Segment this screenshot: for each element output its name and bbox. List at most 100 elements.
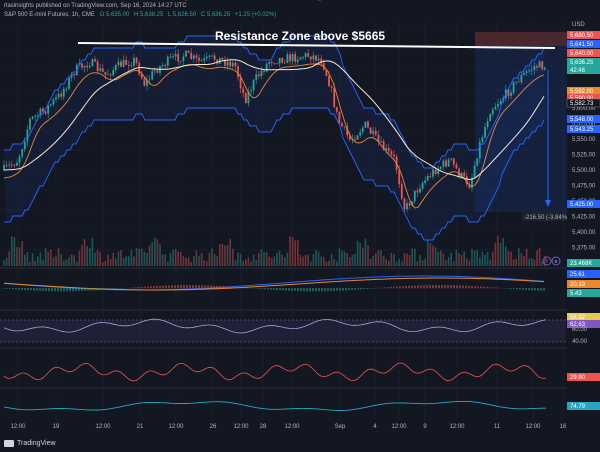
candle-body xyxy=(49,104,52,106)
volume-bar xyxy=(408,254,411,266)
tradingview-logo[interactable]: TradingView xyxy=(4,440,56,447)
candle-body xyxy=(127,64,130,66)
candle-body xyxy=(359,132,362,136)
candle-body xyxy=(229,61,232,67)
macd-histogram-bar xyxy=(402,286,404,289)
macd-histogram-bar xyxy=(513,288,515,290)
volume-bar xyxy=(512,259,515,266)
red-oscillator-line xyxy=(3,362,547,382)
candle-body xyxy=(533,66,536,70)
time-axis[interactable]: 12:00 19 12:00 21 12:00 26 12:00 28 12:00 Sep 4 12:… xyxy=(10,424,567,430)
macd-histogram-bar xyxy=(276,288,278,291)
macd-histogram-bar xyxy=(102,288,104,290)
macd-histogram-bar xyxy=(171,285,173,289)
volume-bar xyxy=(536,250,538,266)
volume-bar xyxy=(286,252,289,266)
volume-bar xyxy=(122,258,125,266)
candle-body xyxy=(44,111,47,114)
volume-bar xyxy=(317,251,320,266)
macd-histogram-bar xyxy=(159,285,161,289)
macd-histogram-bar xyxy=(114,288,116,290)
candle-body xyxy=(393,154,395,157)
volume-bar xyxy=(167,261,169,266)
macd-histogram-bar xyxy=(207,285,209,289)
svg-text:5,543.25: 5,543.25 xyxy=(570,127,594,133)
macd-histogram-bar xyxy=(447,285,449,289)
volume-bar xyxy=(455,249,458,266)
macd-histogram-bar xyxy=(48,288,50,292)
volume-bar xyxy=(499,242,502,266)
macd-histogram-bar xyxy=(534,288,536,291)
macd-histogram-bar xyxy=(261,288,263,290)
candle-body xyxy=(13,164,16,166)
volume-bar xyxy=(190,261,192,266)
candle-body xyxy=(536,66,538,68)
candle-body xyxy=(143,78,146,86)
volume-bar xyxy=(320,256,322,266)
candle-body xyxy=(55,97,57,100)
candle-body xyxy=(205,56,208,59)
volume-bar xyxy=(268,256,270,266)
candle-body xyxy=(166,56,169,66)
candle-body xyxy=(10,164,13,166)
volume-bar xyxy=(421,260,424,266)
candle-body xyxy=(406,203,408,210)
volume-bar xyxy=(497,236,499,266)
candle-body xyxy=(413,190,416,202)
candle-body xyxy=(268,61,271,64)
macd-histogram-bar xyxy=(264,288,266,290)
svg-text:20.19: 20.19 xyxy=(570,282,586,288)
candle-body xyxy=(94,59,96,62)
macd-histogram-bar xyxy=(336,288,338,291)
time-tick-label: 12:00 xyxy=(391,424,407,430)
candle-body xyxy=(372,130,375,134)
volume-bar xyxy=(260,249,263,266)
volume-bar xyxy=(442,253,445,266)
currency-label: USD xyxy=(572,22,585,28)
candle-body xyxy=(291,53,294,62)
candle-body xyxy=(153,70,156,72)
candle-body xyxy=(161,65,164,67)
volume-bar xyxy=(159,243,161,266)
chart-canvas[interactable]: Resistance Zone above $5665 -216.50 (-3.… xyxy=(0,0,600,452)
volume-bar xyxy=(47,251,49,266)
volume-bar xyxy=(302,256,304,266)
volume-bar xyxy=(341,250,343,266)
macd-histogram-bar xyxy=(399,286,401,289)
layers-icon[interactable]: ≡ xyxy=(551,256,561,266)
macd-histogram-bar xyxy=(324,288,326,292)
volume-bar xyxy=(343,251,346,266)
macd-histogram-bar xyxy=(30,288,32,291)
candle-body xyxy=(47,105,50,114)
volume-bar xyxy=(130,249,133,266)
macd-histogram-bar xyxy=(294,288,296,291)
macd-histogram-bar xyxy=(99,288,101,291)
macd-histogram-bar xyxy=(213,285,215,289)
macd-histogram-bar xyxy=(273,288,275,290)
macd-histogram-bar xyxy=(405,286,407,289)
volume-bar xyxy=(385,259,387,266)
candle-body xyxy=(270,61,273,64)
volume-bar xyxy=(518,248,520,266)
volume-bar xyxy=(31,253,34,266)
macd-histogram-bar xyxy=(27,288,29,291)
macd-histogram-bar xyxy=(393,286,395,289)
volume-bar xyxy=(281,254,283,266)
volume-bar xyxy=(528,258,530,266)
candle-body xyxy=(177,53,180,62)
macd-histogram-bar xyxy=(180,285,182,289)
volume-bar xyxy=(146,252,148,266)
volume-bar xyxy=(346,253,348,266)
volume-bar xyxy=(390,252,393,266)
tradingview-logo-icon xyxy=(4,440,14,447)
volume-bar xyxy=(195,250,198,266)
volume-bar xyxy=(265,252,268,266)
macd-histogram-bar xyxy=(201,285,203,289)
macd-histogram-bar xyxy=(330,288,332,292)
macd-histogram-bar xyxy=(351,288,353,291)
volume-bar xyxy=(486,252,489,266)
svg-text:5,636.25: 5,636.25 xyxy=(570,60,594,66)
volume-bar xyxy=(18,247,21,266)
macd-histogram-bar xyxy=(147,286,149,289)
price-tick-label: 5,400.00 xyxy=(572,230,596,236)
